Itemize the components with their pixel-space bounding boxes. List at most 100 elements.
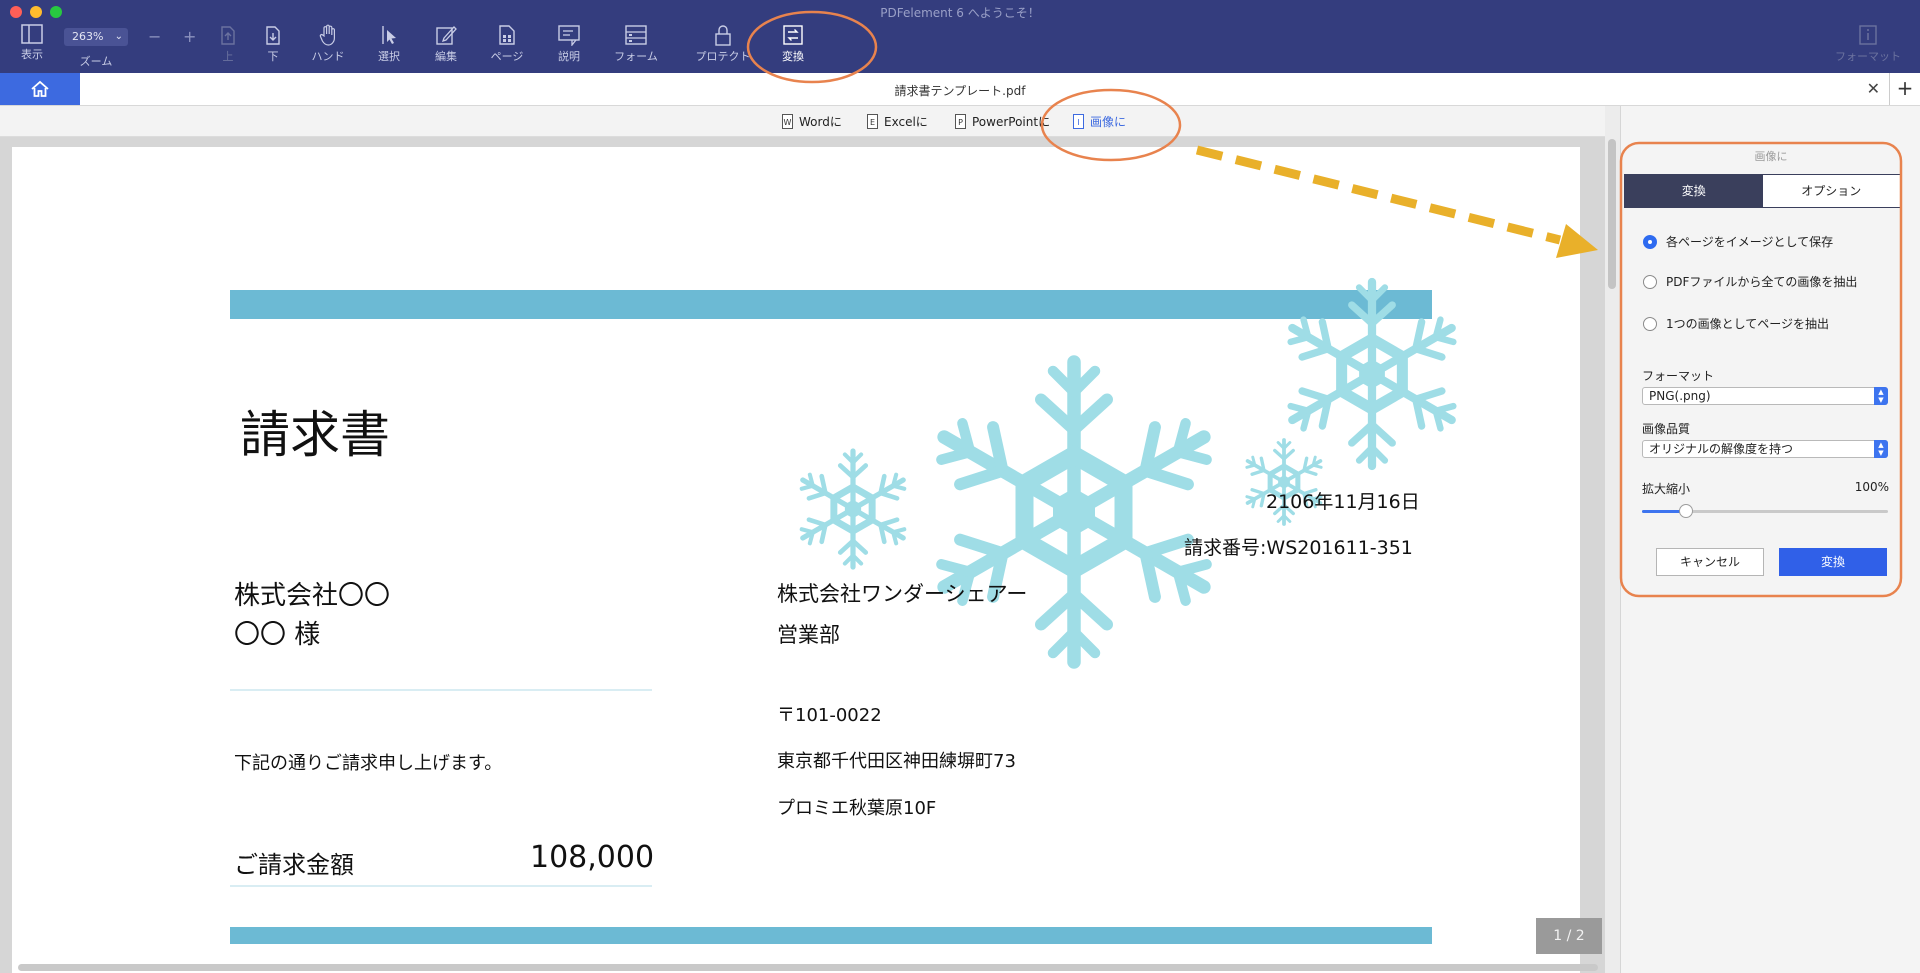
comment-icon (558, 25, 580, 46)
sender-building: プロミエ秋葉原10F (777, 798, 937, 819)
request-message: 下記の通りご請求申し上げます。 (234, 753, 503, 774)
form-tool-button[interactable]: フォーム (606, 24, 666, 64)
info-icon (1859, 25, 1877, 45)
radio-checked-icon (1643, 234, 1657, 249)
excel-file-icon: E (867, 114, 878, 129)
quality-select[interactable]: オリジナルの解像度を持つ ▲ ▼ (1642, 440, 1888, 458)
select-arrows-icon: ▲ ▼ (1874, 440, 1888, 458)
option-save-each-page[interactable]: 各ページをイメージとして保存 (1643, 233, 1833, 250)
sidebar-icon (21, 24, 43, 44)
protect-tool-button[interactable]: プロテクト (690, 24, 756, 64)
panel-tabs: 変換 オプション (1624, 174, 1901, 208)
page-indicator: 1 / 2 (1536, 918, 1602, 954)
page-tool-label: ページ (490, 50, 524, 63)
hand-tool-button[interactable]: ハンド (298, 24, 358, 64)
format-label: フォーマット (1642, 369, 1715, 383)
sender-department: 営業部 (777, 623, 840, 647)
radio-unchecked-icon (1643, 274, 1657, 289)
amount-underline (230, 885, 652, 887)
to-word-button[interactable]: W Wordに (782, 113, 842, 130)
panel-header: 画像に (1754, 150, 1788, 163)
cancel-button[interactable]: キャンセル (1656, 548, 1764, 576)
protect-tool-label: プロテクト (695, 50, 751, 63)
to-image-label: 画像に (1090, 115, 1127, 129)
option-extract-images-label: PDFファイルから全ての画像を抽出 (1666, 275, 1858, 289)
recipient-underline (230, 689, 652, 691)
scale-label: 拡大縮小 (1642, 482, 1691, 496)
select-tool-label: 選択 (378, 50, 400, 63)
invoice-number: 請求番号:WS201611-351 (1184, 537, 1413, 559)
form-icon (625, 25, 647, 45)
amount-label: ご請求金額 (234, 851, 354, 879)
to-excel-button[interactable]: E Excelに (867, 113, 928, 130)
close-icon[interactable]: ✕ (1867, 79, 1880, 98)
option-single-image-label: 1つの画像としてページを抽出 (1666, 317, 1830, 331)
edit-icon (436, 26, 457, 45)
document-tab-title[interactable]: 請求書テンプレート.pdf (0, 82, 1920, 99)
scale-slider[interactable] (1642, 504, 1888, 518)
amount-value: 108,000 (530, 840, 655, 875)
page-up-label: 上 (222, 50, 234, 63)
comment-tool-button[interactable]: 説明 (539, 24, 599, 64)
convert-icon (783, 25, 803, 45)
convert-tool-label: 変換 (782, 50, 804, 63)
to-powerpoint-button[interactable]: P PowerPointに (955, 113, 1050, 130)
add-tab-button[interactable]: + (1889, 73, 1920, 105)
option-extract-images[interactable]: PDFファイルから全ての画像を抽出 (1643, 273, 1857, 290)
radio-unchecked-icon (1643, 316, 1657, 331)
tab-options[interactable]: オプション (1762, 175, 1900, 207)
option-save-each-page-label: 各ページをイメージとして保存 (1666, 235, 1834, 249)
to-word-label: Wordに (799, 115, 842, 129)
quality-value: オリジナルの解像度を持つ (1649, 442, 1794, 456)
select-arrows-icon: ▲ ▼ (1874, 387, 1888, 405)
recipient-company: 株式会社〇〇 (234, 581, 391, 611)
pdf-page: 請求書 2106年11月16日 請求番号:WS201611-351 株式会社〇〇… (12, 147, 1580, 973)
invoice-title: 請求書 (240, 406, 390, 464)
view-button[interactable]: 表示 (2, 24, 62, 62)
scale-slider-handle[interactable] (1679, 504, 1694, 518)
sender-postal-code: 〒101-0022 (777, 705, 882, 726)
quality-label: 画像品質 (1642, 422, 1691, 436)
page-down-icon (266, 26, 280, 45)
edit-tool-label: 編集 (435, 50, 457, 63)
page-tool-button[interactable]: ページ (477, 24, 537, 64)
hand-icon (319, 24, 335, 46)
document-viewer[interactable]: 請求書 2106年11月16日 請求番号:WS201611-351 株式会社〇〇… (0, 137, 1605, 973)
convert-button[interactable]: 変換 (1779, 548, 1887, 576)
zoom-value: 263% (72, 30, 104, 43)
chevron-down-icon: ⌄ (114, 31, 123, 42)
convert-tool-button[interactable]: 変換 (763, 24, 823, 64)
zoom-label: ズーム (79, 55, 113, 68)
to-powerpoint-label: PowerPointに (972, 115, 1051, 129)
scale-value: 100% (1854, 480, 1889, 494)
edit-tool-button[interactable]: 編集 (416, 24, 476, 64)
format-select[interactable]: PNG(.png) ▲ ▼ (1642, 387, 1888, 405)
convert-panel: 画像に 変換 オプション 各ページをイメージとして保存 PDFファイルから全ての… (1620, 106, 1920, 973)
recipient-person: 〇〇 様 (234, 620, 321, 650)
select-tool-button[interactable]: 選択 (359, 24, 419, 64)
sender-company: 株式会社ワンダーシェアー (777, 582, 1028, 606)
horizontal-scrollbar[interactable] (18, 964, 1598, 971)
invoice-date: 2106年11月16日 (1266, 491, 1420, 513)
zoom-select[interactable]: 263% ⌄ (64, 28, 128, 46)
tab-convert[interactable]: 変換 (1625, 175, 1763, 207)
powerpoint-file-icon: P (955, 114, 966, 129)
image-file-icon: I (1073, 114, 1084, 129)
window-title: PDFelement 6 へようこそ！ (880, 6, 1040, 20)
comment-tool-label: 説明 (558, 50, 580, 63)
page-down-button[interactable]: 下 (243, 24, 303, 64)
word-file-icon: W (782, 114, 793, 129)
option-single-image[interactable]: 1つの画像としてページを抽出 (1643, 315, 1829, 332)
hand-tool-label: ハンド (311, 50, 345, 63)
format-panel-label: フォーマット (1835, 50, 1901, 63)
page-up-icon (221, 26, 235, 45)
page-icon (499, 25, 515, 45)
toolbar: PDFelement 6 へようこそ！ 表示 263% ⌄ ズーム − + 上 … (0, 0, 1920, 73)
vertical-scrollbar[interactable] (1608, 139, 1616, 289)
zoom-out-button[interactable]: − (148, 27, 161, 46)
convert-toolbar: W Wordに E Excelに P PowerPointに I 画像に (0, 106, 1605, 137)
format-panel-button[interactable]: フォーマット (1828, 24, 1908, 64)
to-excel-label: Excelに (884, 115, 928, 129)
to-image-button[interactable]: I 画像に (1073, 113, 1126, 130)
zoom-in-button[interactable]: + (183, 27, 196, 46)
